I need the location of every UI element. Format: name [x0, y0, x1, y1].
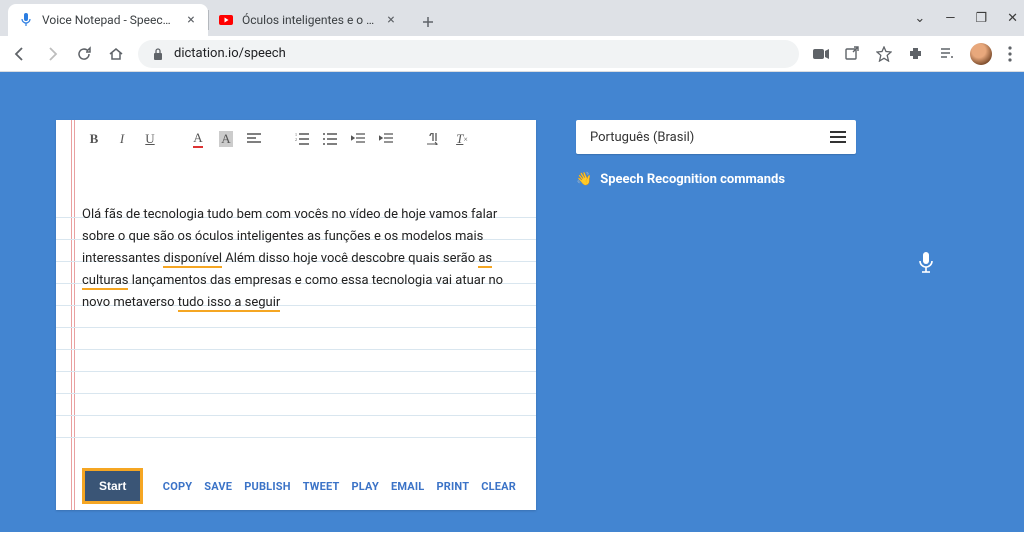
editor-content[interactable]: Olá fãs de tecnologia tudo bem com vocês…	[82, 204, 516, 314]
star-icon[interactable]	[876, 46, 892, 62]
lock-icon	[152, 47, 164, 61]
svg-text:2: 2	[295, 137, 297, 142]
font-color-button[interactable]: A	[190, 131, 206, 147]
window-close-icon[interactable]: ✕	[1007, 11, 1018, 26]
action-email[interactable]: EMAIL	[391, 480, 424, 493]
page-body: B I U A A 12 T× Olá fãs de tecnologia tu…	[0, 72, 1024, 532]
underlined-text: disponível	[163, 251, 222, 268]
ordered-list-button[interactable]: 12	[294, 131, 310, 147]
tab-title: Óculos inteligentes e o metaverso	[242, 13, 376, 27]
reload-button[interactable]	[76, 46, 92, 62]
url-text: dictation.io/speech	[174, 46, 286, 61]
window-maximize-icon[interactable]: ❐	[975, 11, 987, 26]
action-play[interactable]: PLAY	[352, 480, 379, 493]
rtl-button[interactable]	[426, 131, 442, 147]
share-icon[interactable]	[845, 46, 860, 61]
kebab-menu-icon[interactable]	[1008, 46, 1012, 62]
action-publish[interactable]: PUBLISH	[244, 480, 290, 493]
browser-tab-inactive[interactable]: Óculos inteligentes e o metaverso ×	[208, 4, 408, 36]
new-tab-button[interactable]	[414, 8, 442, 36]
youtube-favicon-icon	[218, 12, 234, 28]
address-omnibox[interactable]: dictation.io/speech	[138, 40, 799, 68]
commands-link[interactable]: 👋 Speech Recognition commands	[576, 172, 968, 187]
bold-button[interactable]: B	[86, 131, 102, 147]
start-button[interactable]: Start	[82, 468, 143, 504]
window-controls: ⌄ — ❐ ✕	[914, 0, 1018, 36]
commands-label: Speech Recognition commands	[600, 172, 785, 187]
home-button[interactable]	[108, 46, 124, 62]
camera-icon[interactable]	[813, 48, 829, 60]
right-sidebar: Português (Brasil) 👋 Speech Recognition …	[576, 120, 968, 532]
notepad-card: B I U A A 12 T× Olá fãs de tecnologia tu…	[56, 120, 536, 510]
close-icon[interactable]: ×	[384, 13, 398, 27]
forward-button	[44, 46, 60, 62]
profile-avatar[interactable]	[970, 43, 992, 65]
align-button[interactable]	[246, 131, 262, 147]
underline-button[interactable]: U	[142, 131, 158, 147]
browser-address-bar: dictation.io/speech	[0, 36, 1024, 72]
action-clear[interactable]: CLEAR	[481, 480, 516, 493]
extensions-icon[interactable]	[908, 46, 923, 61]
wave-emoji-icon: 👋	[576, 172, 592, 187]
window-minimize-icon[interactable]: —	[945, 11, 955, 26]
language-label: Português (Brasil)	[590, 130, 694, 145]
underlined-text: tudo isso a seguir	[178, 295, 281, 312]
back-button[interactable]	[12, 46, 28, 62]
action-print[interactable]: PRINT	[436, 480, 469, 493]
highlight-button[interactable]: A	[218, 131, 234, 147]
italic-button[interactable]: I	[114, 131, 130, 147]
browser-tab-active[interactable]: Voice Notepad - Speech to Text ×	[8, 4, 208, 36]
tab-title: Voice Notepad - Speech to Text	[42, 13, 176, 27]
outdent-button[interactable]	[350, 131, 366, 147]
action-save[interactable]: SAVE	[204, 480, 232, 493]
notepad-footer: Start COPY SAVE PUBLISH TWEET PLAY EMAIL PRINT…	[56, 462, 536, 510]
underlined-text: as culturas	[82, 251, 492, 290]
action-copy[interactable]: COPY	[163, 480, 192, 493]
indent-button[interactable]	[378, 131, 394, 147]
mic-icon[interactable]	[918, 252, 934, 274]
close-icon[interactable]: ×	[184, 13, 198, 27]
mic-favicon-icon	[18, 12, 34, 28]
hamburger-icon	[830, 131, 846, 143]
clear-format-button[interactable]: T×	[454, 131, 470, 147]
language-selector[interactable]: Português (Brasil)	[576, 120, 856, 154]
reading-list-icon[interactable]	[939, 46, 954, 61]
editor-toolbar: B I U A A 12 T×	[56, 120, 536, 158]
window-chevron-icon[interactable]: ⌄	[914, 11, 925, 26]
action-tweet[interactable]: TWEET	[303, 480, 340, 493]
unordered-list-button[interactable]	[322, 131, 338, 147]
footer-actions: COPY SAVE PUBLISH TWEET PLAY EMAIL PRINT CLEAR	[163, 480, 516, 493]
browser-tabstrip: Voice Notepad - Speech to Text × Óculos …	[0, 0, 1024, 36]
